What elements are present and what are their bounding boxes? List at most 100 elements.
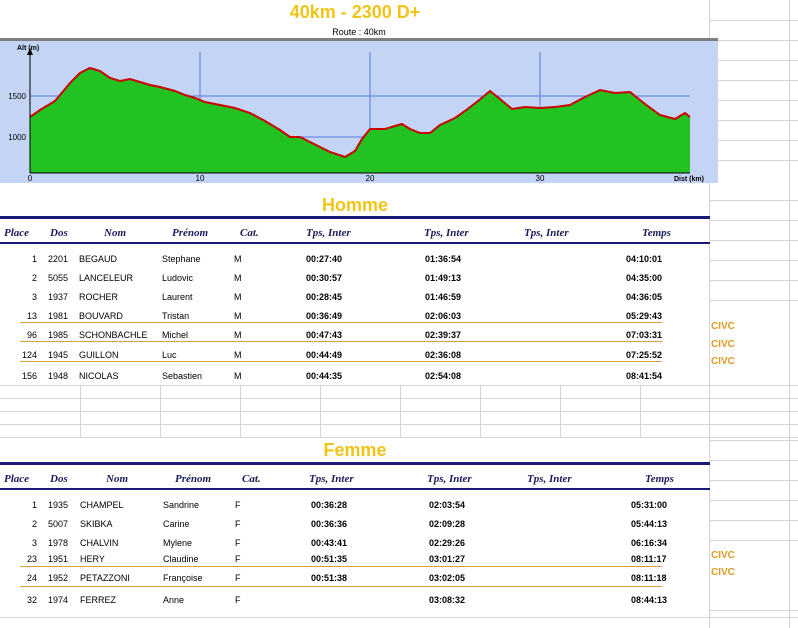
cell-place: 96 (26, 330, 37, 340)
cell-cat: M (234, 254, 242, 264)
profile-top-bar (0, 38, 718, 41)
cell-nom: CHALVIN (80, 538, 119, 548)
grid-line (709, 300, 798, 301)
cell-nom: SCHONBACHLE (79, 330, 148, 340)
x-axis-label: Dist (km) (674, 176, 704, 183)
cell-dos: 2201 (48, 254, 69, 264)
cell-inter2: 02:03:54 (429, 500, 466, 510)
header-dos: Dos (50, 227, 68, 239)
section-rule (0, 462, 710, 465)
grid-line (709, 260, 798, 261)
header-rule (0, 488, 710, 490)
grid-line (0, 424, 798, 425)
grid-line (709, 610, 798, 611)
grid-line (160, 385, 161, 437)
section-rule (0, 216, 710, 219)
grid-line (0, 437, 798, 438)
grid-line (709, 40, 798, 41)
cell-place: 24 (26, 573, 37, 583)
cell-dos: 1945 (48, 350, 69, 360)
cell-nom: NICOLAS (79, 371, 119, 381)
cell-inter1: 00:36:36 (311, 519, 348, 529)
cell-temps: 04:35:00 (626, 273, 663, 283)
cell-inter1: 00:36:49 (306, 311, 343, 321)
club-label: CIVC (711, 321, 735, 332)
grid-line (709, 280, 798, 281)
cell-temps: 08:11:17 (631, 554, 667, 564)
grid-line (709, 440, 798, 441)
cell-cat: M (234, 311, 242, 321)
grid-line (709, 540, 798, 541)
grid-line (709, 500, 798, 501)
grid-line (709, 480, 798, 481)
club-label: CIVC (711, 567, 735, 578)
grid-line (789, 0, 790, 628)
header-cat: Cat. (240, 227, 259, 239)
cell-inter2: 02:36:08 (425, 350, 462, 360)
cell-prenom: Ludovic (162, 273, 194, 283)
cell-temps: 06:16:34 (631, 538, 668, 548)
x-tick-label: 20 (366, 174, 375, 183)
grid-line (709, 100, 798, 101)
grid-line (709, 160, 798, 161)
cell-temps: 07:25:52 (626, 350, 663, 360)
header-inter2: Tps, Inter (427, 473, 472, 485)
header-prenom: Prénom (175, 473, 212, 485)
cell-inter2: 01:49:13 (425, 273, 462, 283)
cell-nom: FERREZ (80, 595, 116, 605)
grid-line (0, 398, 798, 399)
grid-line (709, 240, 798, 241)
cell-inter2: 02:09:28 (429, 519, 466, 529)
section-title-homme: Homme (321, 195, 388, 215)
header-inter3: Tps, Inter (524, 227, 569, 239)
grid-line (709, 80, 798, 81)
x-tick-label: 0 (28, 174, 33, 183)
cell-place: 1 (31, 500, 37, 510)
cell-nom: SKIBKA (80, 519, 113, 529)
cell-nom: HERY (80, 554, 105, 564)
grid-line (709, 20, 798, 21)
cell-cat: M (234, 292, 242, 302)
grid-line (709, 220, 798, 221)
club-label: CIVC (711, 550, 735, 561)
grid-line (240, 385, 241, 437)
cell-cat: F (235, 554, 241, 564)
cell-inter2: 01:46:59 (425, 292, 462, 302)
cell-dos: 1978 (48, 538, 69, 548)
club-label: CIVC (711, 339, 735, 350)
cell-dos: 1985 (48, 330, 69, 340)
x-tick-label: 10 (196, 174, 205, 183)
highlight-rule (20, 341, 662, 342)
header-temps: Temps (642, 227, 671, 239)
cell-nom: ROCHER (79, 292, 119, 302)
cell-dos: 5055 (48, 273, 69, 283)
cell-inter2: 02:29:26 (429, 538, 466, 548)
cell-dos: 1935 (48, 500, 69, 510)
cell-prenom: Luc (162, 350, 177, 360)
highlight-rule (20, 361, 662, 362)
cell-inter1: 00:44:35 (306, 371, 343, 381)
cell-cat: M (234, 330, 242, 340)
cell-dos: 1952 (48, 573, 69, 583)
cell-inter1: 00:30:57 (306, 273, 343, 283)
cell-temps: 04:36:05 (626, 292, 663, 302)
cell-place: 32 (26, 595, 37, 605)
y-tick-label: 1000 (8, 133, 26, 142)
cell-inter2: 02:06:03 (425, 311, 462, 321)
cell-place: 3 (31, 292, 37, 302)
elevation-profile: Route : 40km Alt (m) Dist (km) 1500 1000… (0, 27, 718, 183)
cell-temps: 08:44:13 (631, 595, 668, 605)
cell-nom: BEGAUD (79, 254, 118, 264)
header-nom: Nom (104, 227, 126, 239)
grid-line (709, 60, 798, 61)
grid-line (709, 200, 798, 201)
header-inter2: Tps, Inter (424, 227, 469, 239)
cell-prenom: Anne (163, 595, 185, 605)
header-rule (0, 242, 710, 244)
cell-place: 2 (31, 273, 37, 283)
cell-nom: GUILLON (79, 350, 119, 360)
header-inter3: Tps, Inter (527, 473, 572, 485)
header-inter1: Tps, Inter (309, 473, 354, 485)
cell-inter2: 02:54:08 (425, 371, 462, 381)
header-prenom: Prénom (172, 227, 209, 239)
